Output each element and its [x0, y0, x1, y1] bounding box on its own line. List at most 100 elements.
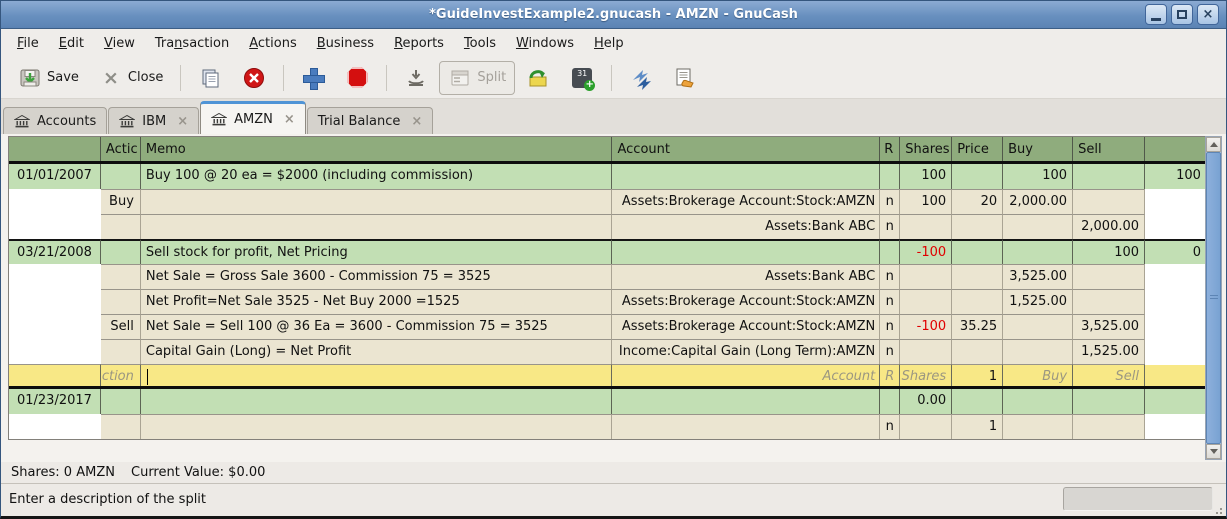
cell-shares[interactable] [900, 339, 952, 364]
cell-buy[interactable] [1003, 214, 1073, 239]
cell-date[interactable] [9, 289, 101, 314]
menu-edit[interactable]: Edit [49, 31, 94, 56]
cell-r[interactable]: n [880, 214, 900, 239]
close-button[interactable]: × Close [90, 61, 172, 95]
cell-action[interactable] [101, 239, 141, 264]
cell-shares[interactable] [900, 289, 952, 314]
tab-amzn[interactable]: AMZN × [200, 101, 306, 134]
cell-price[interactable]: 20 [952, 189, 1003, 214]
cell-price[interactable] [952, 289, 1003, 314]
cell-memo[interactable] [141, 214, 613, 239]
menu-tools[interactable]: Tools [454, 31, 506, 56]
delete-button[interactable] [233, 61, 275, 95]
cell-sell[interactable]: 100 [1073, 239, 1145, 264]
tab-close-icon[interactable]: × [173, 114, 188, 129]
cell-price[interactable]: 1 [952, 414, 1003, 439]
cell-price[interactable] [952, 389, 1003, 414]
cell-date[interactable] [9, 264, 101, 289]
cell-r[interactable] [880, 164, 900, 189]
cell-sell[interactable] [1073, 189, 1145, 214]
menu-business[interactable]: Business [307, 31, 384, 56]
cell-balance[interactable] [1145, 339, 1206, 364]
cell-price[interactable] [952, 264, 1003, 289]
cell-balance[interactable] [1145, 364, 1206, 386]
title-bar[interactable]: *GuideInvestExample2.gnucash - AMZN - Gn… [1, 1, 1226, 29]
cell-action[interactable] [101, 289, 141, 314]
cell-price[interactable] [952, 239, 1003, 264]
cell-memo[interactable] [141, 414, 613, 439]
cell-balance[interactable]: 0 [1145, 239, 1206, 264]
cell-r[interactable]: n [880, 189, 900, 214]
cell-buy[interactable]: 3,525.00 [1003, 264, 1073, 289]
cell-r[interactable]: n [880, 339, 900, 364]
cell-action[interactable] [101, 339, 141, 364]
cell-balance[interactable] [1145, 389, 1206, 414]
cell-account[interactable]: Assets:Brokerage Account:Stock:AMZN [612, 289, 880, 314]
cell-action[interactable] [101, 414, 141, 439]
cancel-button[interactable] [336, 61, 378, 95]
cell-action[interactable] [101, 389, 141, 414]
split-button[interactable]: Split [439, 61, 515, 95]
cell-buy[interactable] [1003, 339, 1073, 364]
cell-sell[interactable] [1073, 414, 1145, 439]
cell-date[interactable]: 01/01/2007 [9, 164, 101, 189]
jump-button[interactable] [517, 61, 559, 95]
cell-action[interactable]: ction [101, 364, 141, 386]
menu-actions[interactable]: Actions [239, 31, 307, 56]
cell-account[interactable]: Assets:Brokerage Account:Stock:AMZN [612, 314, 880, 339]
cell-price[interactable] [952, 214, 1003, 239]
tab-close-icon[interactable]: × [407, 114, 422, 129]
schedule-button[interactable]: 31+ [561, 61, 603, 95]
cell-memo[interactable]: Sell stock for profit, Net Pricing [141, 239, 613, 264]
cell-r[interactable] [880, 389, 900, 414]
tab-close-icon[interactable]: × [280, 112, 295, 127]
cell-balance[interactable] [1145, 264, 1206, 289]
vertical-scrollbar[interactable] [1205, 136, 1222, 460]
scrollbar-down-button[interactable] [1206, 444, 1221, 459]
cell-sell[interactable] [1073, 264, 1145, 289]
cell-date[interactable] [9, 339, 101, 364]
cell-balance[interactable]: 100 [1145, 164, 1206, 189]
cell-date[interactable]: 03/21/2008 [9, 239, 101, 264]
cell-memo[interactable] [141, 364, 613, 386]
scrollbar-thumb[interactable] [1206, 152, 1221, 444]
cell-shares[interactable]: 100 [900, 164, 952, 189]
cell-account[interactable]: Assets:Bank ABC [612, 264, 880, 289]
cell-price[interactable]: 1 [952, 364, 1003, 386]
cell-date[interactable]: 01/23/2017 [9, 389, 101, 414]
cell-sell[interactable]: 2,000.00 [1073, 214, 1145, 239]
cell-memo[interactable]: Net Sale = Gross Sale 3600 - Commission … [141, 264, 613, 289]
cell-account[interactable] [612, 389, 880, 414]
cell-account[interactable] [612, 414, 880, 439]
cell-account[interactable]: Assets:Bank ABC [612, 214, 880, 239]
cell-account[interactable] [612, 164, 880, 189]
cell-shares[interactable] [900, 214, 952, 239]
cell-r[interactable] [880, 239, 900, 264]
cell-buy[interactable]: 2,000.00 [1003, 189, 1073, 214]
exchange-button[interactable] [664, 61, 706, 95]
cell-action[interactable]: Buy [101, 189, 141, 214]
cell-buy[interactable] [1003, 389, 1073, 414]
cell-sell[interactable] [1073, 164, 1145, 189]
save-button[interactable]: Save [9, 61, 88, 95]
cell-action[interactable] [101, 264, 141, 289]
cell-memo[interactable] [141, 189, 613, 214]
cell-date[interactable] [9, 314, 101, 339]
cell-date[interactable] [9, 189, 101, 214]
scrollbar-up-button[interactable] [1206, 137, 1221, 152]
cell-r[interactable]: n [880, 414, 900, 439]
cell-sell[interactable] [1073, 389, 1145, 414]
menu-file[interactable]: File [7, 31, 49, 56]
cell-balance[interactable] [1145, 214, 1206, 239]
cell-memo[interactable]: Net Sale = Sell 100 @ 36 Ea = 3600 - Com… [141, 314, 613, 339]
cell-buy[interactable]: 100 [1003, 164, 1073, 189]
cell-shares[interactable] [900, 414, 952, 439]
cell-balance[interactable] [1145, 289, 1206, 314]
cell-shares[interactable]: 0.00 [900, 389, 952, 414]
cell-sell[interactable] [1073, 289, 1145, 314]
cell-date[interactable] [9, 414, 101, 439]
cell-shares[interactable]: -100 [900, 314, 952, 339]
cell-account[interactable]: Income:Capital Gain (Long Term):AMZN [612, 339, 880, 364]
cell-action[interactable] [101, 214, 141, 239]
cell-sell[interactable]: 1,525.00 [1073, 339, 1145, 364]
